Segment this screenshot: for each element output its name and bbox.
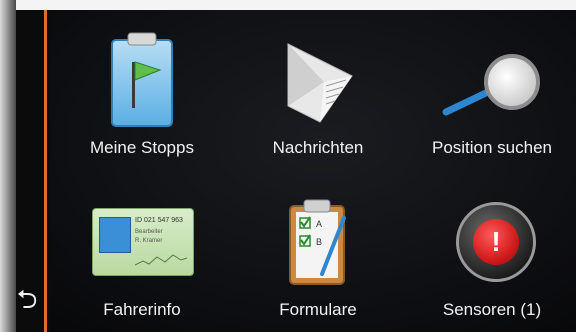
device-bezel-top xyxy=(0,0,576,10)
menu-item-label: Formulare xyxy=(279,300,357,319)
menu-item-formulare[interactable]: A B Formulare xyxy=(238,196,398,326)
driver-card-line2: R. Kramer xyxy=(135,238,163,244)
menu-item-position-suchen[interactable]: Position suchen xyxy=(412,30,572,170)
clipboard-flag-icon xyxy=(111,32,173,127)
accent-line xyxy=(44,10,47,332)
menu-item-nachrichten[interactable]: Nachrichten xyxy=(238,30,398,170)
alert-symbol: ! xyxy=(473,219,519,265)
menu-item-sensoren[interactable]: ! Sensoren (1) xyxy=(412,196,572,326)
menu-item-label: Meine Stopps xyxy=(90,138,194,157)
driver-card-chart xyxy=(135,254,187,266)
driver-photo xyxy=(99,217,131,253)
menu-item-label: Sensoren (1) xyxy=(442,300,542,319)
form-clipboard-icon: A B xyxy=(289,199,346,285)
menu-item-label: Fahrerinfo xyxy=(103,300,181,319)
back-arrow-icon: ⮌ xyxy=(16,284,38,314)
driver-card-line1: Bearbeiter xyxy=(135,229,163,235)
driver-card-id: ID 021 547 963 xyxy=(135,217,183,224)
form-letter-a: A xyxy=(316,219,322,229)
device-frame: ⮌ Meine Stopps Nachrichten Position such… xyxy=(0,0,576,332)
menu-item-label: Position suchen xyxy=(431,138,553,157)
menu-item-meine-stopps[interactable]: Meine Stopps xyxy=(62,30,222,170)
magnifier-icon xyxy=(442,54,540,116)
message-envelope-icon xyxy=(287,43,353,123)
back-button[interactable]: ⮌ xyxy=(10,282,44,316)
form-letter-b: B xyxy=(316,237,322,247)
menu-item-fahrerinfo[interactable]: ID 021 547 963 Bearbeiter R. Kramer Fahr… xyxy=(62,196,222,326)
alert-sensor-icon: ! xyxy=(456,202,536,282)
menu-item-label: Nachrichten xyxy=(272,138,364,157)
driver-card-icon: ID 021 547 963 Bearbeiter R. Kramer xyxy=(92,208,194,276)
